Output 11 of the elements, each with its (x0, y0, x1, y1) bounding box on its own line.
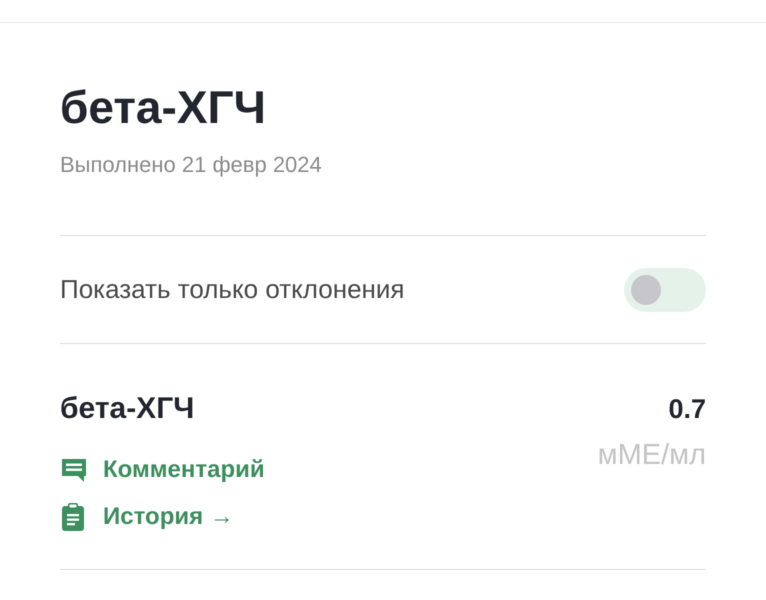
deviations-toggle[interactable] (624, 268, 706, 312)
test-name: бета-ХГЧ (60, 392, 196, 426)
filter-label: Показать только отклонения (60, 273, 404, 306)
comment-icon (60, 456, 88, 484)
result-value: 0.7 (668, 393, 706, 426)
history-link[interactable]: История → (60, 502, 265, 532)
completed-date: Выполнено 21 февр 2024 (60, 152, 322, 177)
comment-link[interactable]: Комментарий (60, 455, 265, 485)
page-title: бета-ХГЧ (60, 80, 266, 134)
result-unit: мМЕ/мл (598, 438, 706, 472)
clipboard-icon (61, 503, 85, 531)
